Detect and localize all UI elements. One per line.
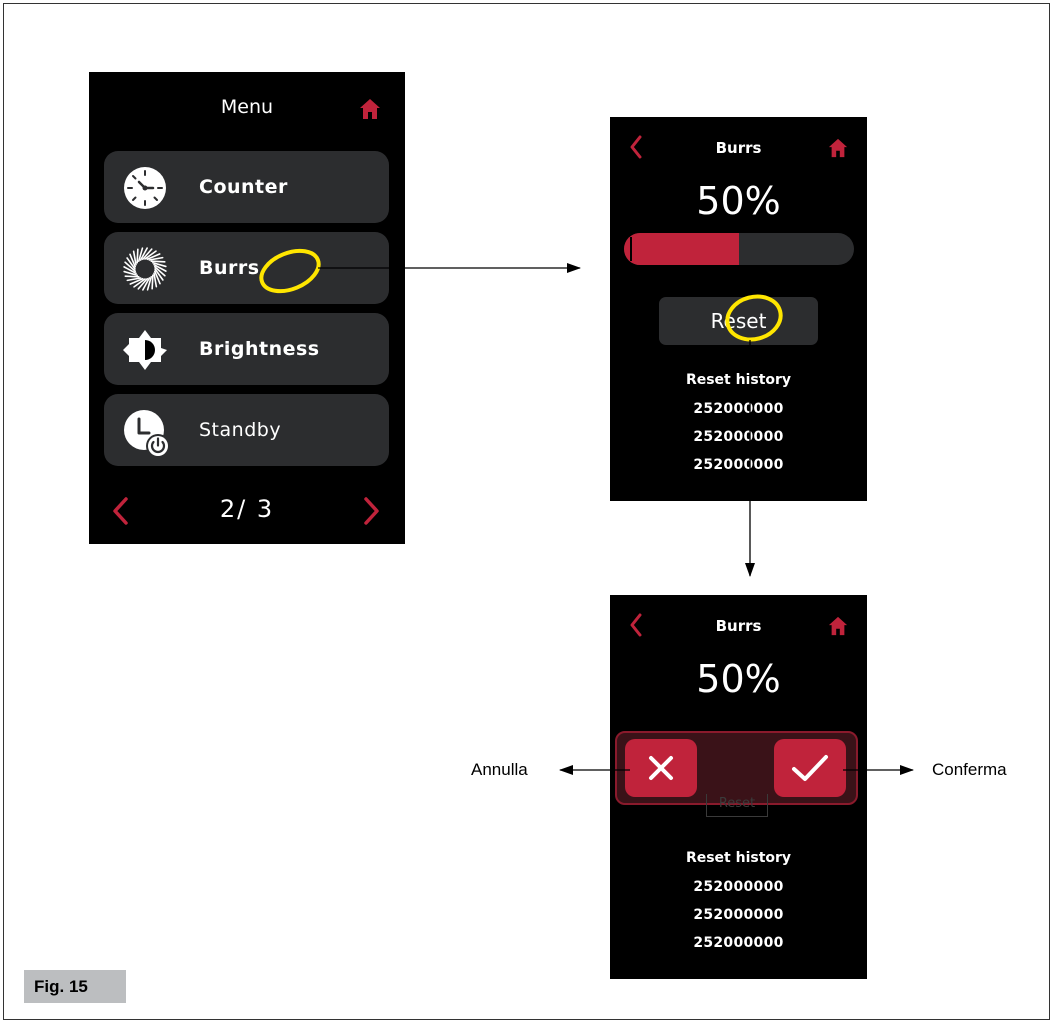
burr-blade bbox=[151, 274, 154, 290]
standby-clock-icon bbox=[122, 408, 170, 458]
menu-title: Menu bbox=[220, 96, 274, 118]
burr-blade bbox=[150, 260, 166, 263]
burr-blade bbox=[136, 248, 139, 264]
reset-history-heading: Reset history bbox=[685, 850, 792, 866]
chevron-left-icon[interactable] bbox=[111, 496, 131, 526]
menu-item-label: Brightness bbox=[199, 338, 320, 360]
menu-screen: Menu Counter Burrs Brightness Standby 2/… bbox=[89, 72, 405, 544]
reset-history-entry: 252000000 bbox=[693, 879, 784, 895]
chevron-right-icon[interactable] bbox=[361, 496, 381, 526]
wear-progress-fill bbox=[624, 233, 739, 265]
burrs-confirm-screen: Burrs 50% Reset Reset history 252000000 … bbox=[610, 595, 867, 979]
menu-item-label: Standby bbox=[199, 419, 282, 441]
burrs-screen: Burrs 50% Reset Reset history 252000000 … bbox=[610, 117, 867, 501]
burr-blade bbox=[124, 275, 140, 278]
ghost-reset-label: Reset bbox=[706, 794, 768, 817]
progress-start-marker bbox=[630, 237, 632, 261]
menu-item-burrs[interactable]: Burrs bbox=[104, 232, 389, 304]
wear-percentage: 50% bbox=[696, 179, 781, 223]
reset-history-heading: Reset history bbox=[685, 372, 792, 388]
reset-history-entry: 252000000 bbox=[693, 457, 784, 473]
check-icon bbox=[792, 755, 828, 781]
menu-item-label: Burrs bbox=[199, 257, 260, 279]
wear-percentage: 50% bbox=[696, 657, 781, 701]
page-indicator: 2/ 3 bbox=[219, 495, 275, 523]
confirm-button[interactable] bbox=[774, 739, 846, 797]
figure-label: Fig. 15 bbox=[24, 970, 126, 1003]
menu-item-brightness[interactable]: Brightness bbox=[104, 313, 389, 385]
reset-button[interactable]: Reset bbox=[659, 297, 818, 345]
reset-history-entry: 252000000 bbox=[693, 401, 784, 417]
reset-history-entry: 252000000 bbox=[693, 907, 784, 923]
reset-history-entry: 252000000 bbox=[693, 429, 784, 445]
home-icon[interactable] bbox=[359, 98, 381, 120]
menu-item-label: Counter bbox=[199, 176, 288, 198]
cancel-button[interactable] bbox=[625, 739, 697, 797]
cancel-callout-label: Annulla bbox=[471, 760, 528, 779]
home-icon[interactable] bbox=[828, 138, 848, 158]
brightness-icon bbox=[122, 327, 168, 373]
wear-progress-bar bbox=[624, 233, 854, 265]
menu-item-counter[interactable]: Counter bbox=[104, 151, 389, 223]
close-icon bbox=[649, 756, 673, 780]
menu-item-standby[interactable]: Standby bbox=[104, 394, 389, 466]
burrs-icon bbox=[122, 246, 168, 292]
home-icon[interactable] bbox=[828, 616, 848, 636]
reset-history-entry: 252000000 bbox=[693, 935, 784, 951]
confirm-callout-label: Conferma bbox=[932, 760, 1007, 779]
counter-dial-icon bbox=[122, 165, 168, 211]
